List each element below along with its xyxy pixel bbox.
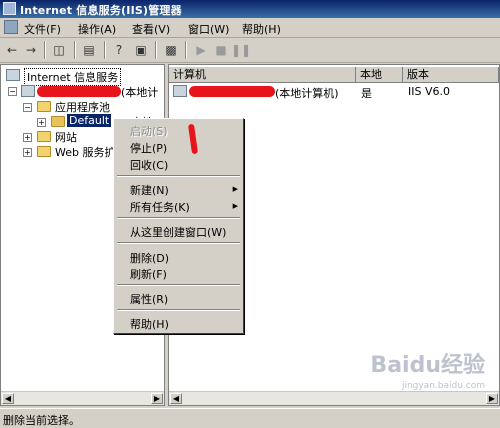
col-header-computer[interactable]: 计算机: [169, 67, 356, 83]
computer-icon[interactable]: ▩: [162, 41, 180, 59]
forward-arrow-icon[interactable]: →: [22, 41, 40, 59]
submenu-arrow-icon: ▶: [232, 202, 238, 210]
tree-web-ext[interactable]: Web 服务扩: [55, 144, 115, 160]
scroll-left-icon[interactable]: ◀: [170, 393, 182, 404]
iis-globe-icon: [6, 69, 20, 81]
status-bar: 删除当前选择。: [0, 408, 500, 427]
start-icon[interactable]: ▶: [192, 41, 210, 59]
expand-websites-icon[interactable]: +: [23, 133, 32, 142]
col-header-local[interactable]: 本地: [356, 67, 403, 83]
properties-icon[interactable]: ▣: [132, 41, 150, 59]
window-title: Internet 信息服务(IIS)管理器: [20, 4, 182, 17]
toolbar: ← → ◫ ▤ ? ▣ ▩ ▶ ■ ❚❚: [0, 38, 500, 63]
menu-action[interactable]: 操作(A): [78, 21, 116, 37]
folder-icon: [37, 101, 51, 112]
menu-help[interactable]: 帮助(H): [242, 21, 281, 37]
menu-window[interactable]: 窗口(W): [188, 21, 229, 37]
scroll-left-icon[interactable]: ◀: [2, 393, 14, 404]
menu-item-refresh[interactable]: 刷新(F): [130, 266, 167, 282]
baidu-watermark: Baidu经验: [370, 353, 485, 378]
menu-item-stop[interactable]: 停止(P): [130, 140, 167, 156]
help-icon[interactable]: ?: [110, 41, 128, 59]
tree-default-pool[interactable]: Default: [67, 114, 112, 127]
redaction-mark: [37, 86, 121, 97]
menu-bar: 文件(F) 操作(A) 查看(V) 窗口(W) 帮助(H): [0, 18, 500, 38]
col-header-version[interactable]: 版本: [403, 67, 499, 83]
menu-item-new[interactable]: 新建(N): [130, 182, 169, 198]
title-bar: Internet 信息服务(IIS)管理器: [0, 0, 500, 18]
computer-icon: [21, 85, 35, 97]
submenu-arrow-icon: ▶: [232, 185, 238, 193]
menu-file[interactable]: 文件(F): [24, 21, 61, 37]
show-hide-tree-icon[interactable]: ◫: [50, 41, 68, 59]
menu-item-new-window[interactable]: 从这里创建窗口(W): [130, 224, 226, 240]
row-local: 是: [361, 87, 372, 100]
menu-item-recycle[interactable]: 回收(C): [130, 157, 168, 173]
pause-icon[interactable]: ❚❚: [231, 41, 251, 59]
iis-manager-icon: [3, 2, 16, 15]
export-list-icon[interactable]: ▤: [80, 41, 98, 59]
row-computer-suffix: (本地计算机): [275, 87, 339, 100]
mmc-console-icon[interactable]: [4, 20, 18, 34]
tree-app-pools[interactable]: 应用程序池: [55, 99, 110, 115]
collapse-app-pools-icon[interactable]: −: [23, 103, 32, 112]
tree-root-iis[interactable]: Internet 信息服务: [24, 68, 122, 86]
app-pool-icon: [51, 116, 65, 127]
menu-item-delete[interactable]: 删除(D): [130, 250, 169, 266]
menu-view[interactable]: 查看(V): [132, 21, 170, 37]
computer-icon: [173, 85, 187, 97]
menu-item-all-tasks[interactable]: 所有任务(K): [130, 199, 190, 215]
menu-item-properties[interactable]: 属性(R): [130, 291, 168, 307]
expand-web-ext-icon[interactable]: +: [23, 148, 32, 157]
tree-computer-suffix[interactable]: (本地计: [121, 84, 158, 100]
scroll-right-icon[interactable]: ▶: [151, 393, 163, 404]
menu-item-help[interactable]: 帮助(H): [130, 316, 169, 332]
tree-websites[interactable]: 网站: [55, 129, 77, 145]
expand-default-pool-icon[interactable]: +: [37, 118, 46, 127]
tree-hscrollbar[interactable]: ◀ ▶: [1, 391, 164, 405]
folder-icon: [37, 146, 51, 157]
menu-item-start[interactable]: 启动(S): [130, 123, 168, 139]
back-arrow-icon[interactable]: ←: [3, 41, 21, 59]
folder-icon: [37, 131, 51, 142]
stop-icon[interactable]: ■: [212, 41, 230, 59]
list-hscrollbar[interactable]: ◀ ▶: [169, 391, 499, 405]
redaction-mark: [189, 86, 275, 97]
scroll-right-icon[interactable]: ▶: [486, 393, 498, 404]
baidu-watermark-url: jingyan.baidu.com: [401, 381, 485, 391]
context-menu: 启动(S) 停止(P) 回收(C) 新建(N) ▶ 所有任务(K) ▶ 从这里创…: [113, 118, 244, 334]
row-version: IIS V6.0: [408, 85, 450, 98]
collapse-computer-icon[interactable]: −: [8, 87, 17, 96]
